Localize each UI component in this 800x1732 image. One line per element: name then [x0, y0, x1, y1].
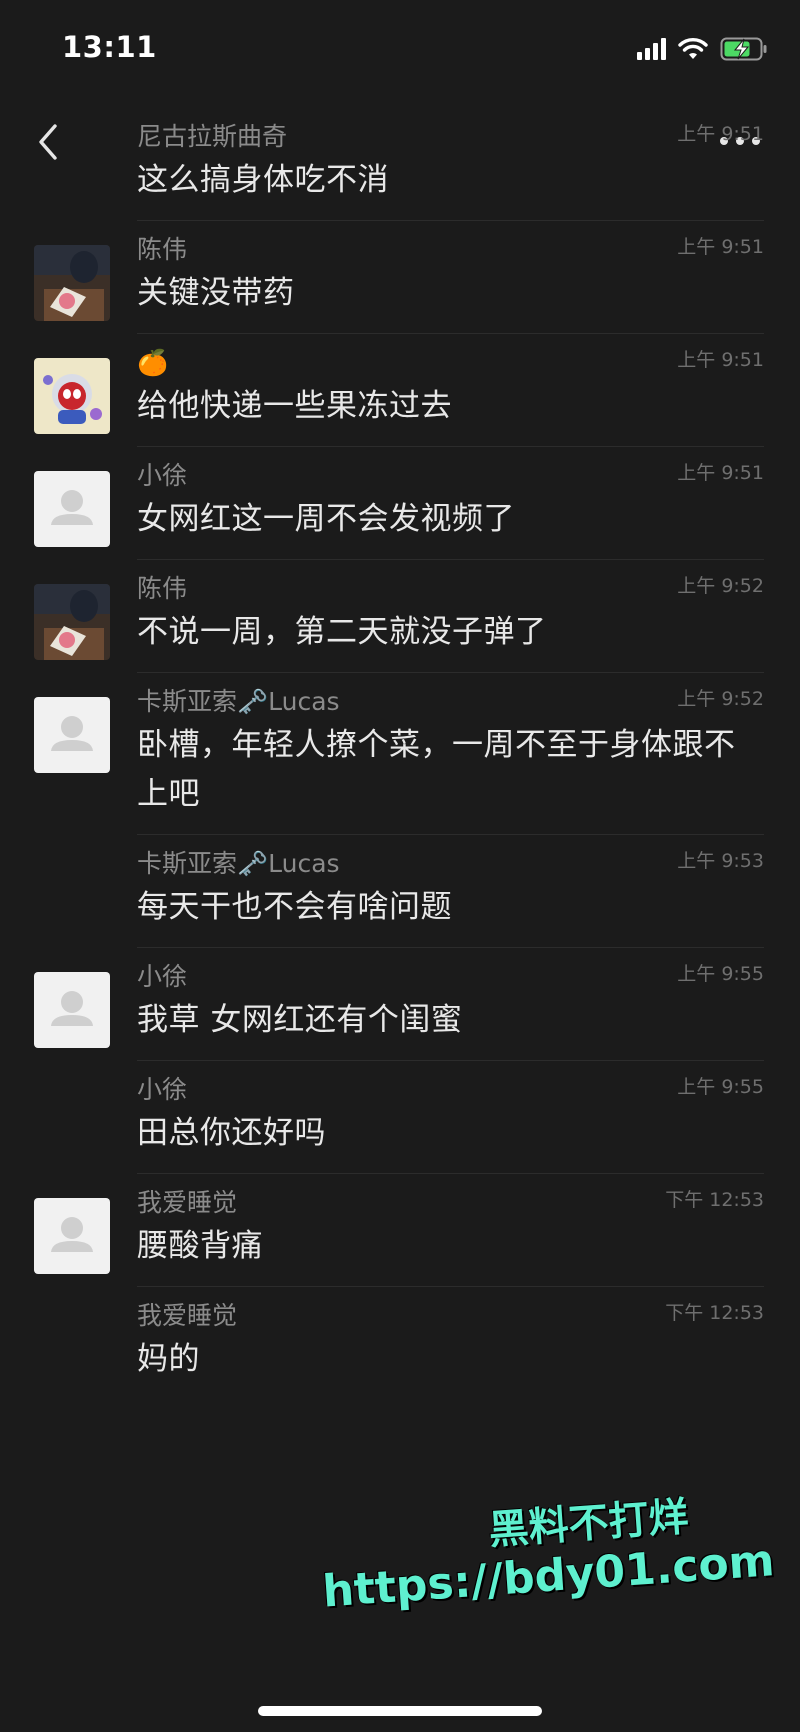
message-time: 下午 12:53	[665, 1302, 764, 1324]
default-avatar-icon	[51, 991, 93, 1026]
message-sender: 尼古拉斯曲奇	[137, 122, 288, 151]
message-time: 上午 9:53	[677, 850, 764, 872]
message-time: 上午 9:51	[677, 462, 764, 484]
watermark: 黑料不打烊 https://bdy01.com	[318, 1488, 776, 1618]
message-text: 我草 女网红还有个闺蜜	[137, 1002, 463, 1038]
message-sender: 小徐	[137, 962, 188, 991]
message-time: 上午 9:52	[677, 575, 764, 597]
status-bar: 13:11	[0, 0, 800, 100]
message-text: 卧槽，年轻人撩个菜，一周不至于身体跟不上吧	[137, 727, 736, 812]
message-list[interactable]: 尼古拉斯曲奇 上午 9:51 这么搞身体吃不消 陈伟 上午 9:51 关键没带药	[0, 108, 800, 1400]
message-sender: 小徐	[137, 1075, 188, 1104]
message-text: 每天干也不会有啥问题	[137, 889, 452, 925]
message-text: 关键没带药	[137, 275, 295, 311]
default-avatar-icon	[51, 1217, 93, 1252]
avatar[interactable]	[34, 972, 110, 1048]
message-text: 女网红这一周不会发视频了	[137, 501, 515, 537]
message-text: 妈的	[137, 1341, 200, 1377]
avatar[interactable]	[34, 584, 110, 660]
message-item[interactable]: 我爱睡觉 下午 12:53 妈的	[0, 1287, 800, 1400]
message-item[interactable]: 尼古拉斯曲奇 上午 9:51 这么搞身体吃不消	[0, 108, 800, 221]
message-sender: 陈伟	[137, 574, 188, 603]
message-time: 上午 9:51	[677, 236, 764, 258]
wifi-icon	[678, 38, 708, 59]
battery-charging-icon	[720, 37, 767, 61]
message-time: 上午 9:55	[677, 1076, 764, 1098]
message-sender: 卡斯亚索🗝️Lucas	[137, 849, 340, 878]
avatar[interactable]	[34, 358, 110, 434]
default-avatar-icon	[51, 490, 93, 525]
message-item[interactable]: 陈伟 上午 9:52 不说一周，第二天就没子弹了	[0, 560, 800, 673]
message-item[interactable]: 小徐 上午 9:55 田总你还好吗	[0, 1061, 800, 1174]
message-item[interactable]: 🍊 上午 9:51 给他快递一些果冻过去	[0, 334, 800, 447]
message-item[interactable]: 小徐 上午 9:51 女网红这一周不会发视频了	[0, 447, 800, 560]
avatar[interactable]	[34, 1198, 110, 1274]
message-text: 不说一周，第二天就没子弹了	[137, 614, 547, 650]
message-time: 下午 12:53	[665, 1189, 764, 1211]
message-item[interactable]: 小徐 上午 9:55 我草 女网红还有个闺蜜	[0, 948, 800, 1061]
avatar[interactable]	[34, 697, 110, 773]
status-icons	[637, 34, 768, 64]
avatar[interactable]	[34, 245, 110, 321]
message-time: 上午 9:52	[677, 688, 764, 710]
message-time: 上午 9:55	[677, 963, 764, 985]
message-text: 腰酸背痛	[137, 1228, 263, 1264]
message-item[interactable]: 卡斯亚索🗝️Lucas 上午 9:52 卧槽，年轻人撩个菜，一周不至于身体跟不上…	[0, 673, 800, 835]
home-indicator[interactable]	[258, 1706, 542, 1716]
message-sender: 陈伟	[137, 235, 188, 264]
cellular-signal-icon	[637, 38, 666, 60]
avatar[interactable]	[34, 471, 110, 547]
message-item[interactable]: 卡斯亚索🗝️Lucas 上午 9:53 每天干也不会有啥问题	[0, 835, 800, 948]
message-item[interactable]: 我爱睡觉 下午 12:53 腰酸背痛	[0, 1174, 800, 1287]
message-text: 给他快递一些果冻过去	[137, 388, 452, 424]
message-text: 田总你还好吗	[137, 1115, 326, 1151]
message-sender: 小徐	[137, 461, 188, 490]
default-avatar-icon	[51, 716, 93, 751]
message-sender: 卡斯亚索🗝️Lucas	[137, 687, 340, 716]
message-sender: 🍊	[137, 348, 169, 377]
message-time: 上午 9:51	[677, 123, 764, 145]
message-text: 这么搞身体吃不消	[137, 162, 389, 198]
status-time: 13:11	[62, 30, 157, 64]
message-item[interactable]: 陈伟 上午 9:51 关键没带药	[0, 221, 800, 334]
message-time: 上午 9:51	[677, 349, 764, 371]
